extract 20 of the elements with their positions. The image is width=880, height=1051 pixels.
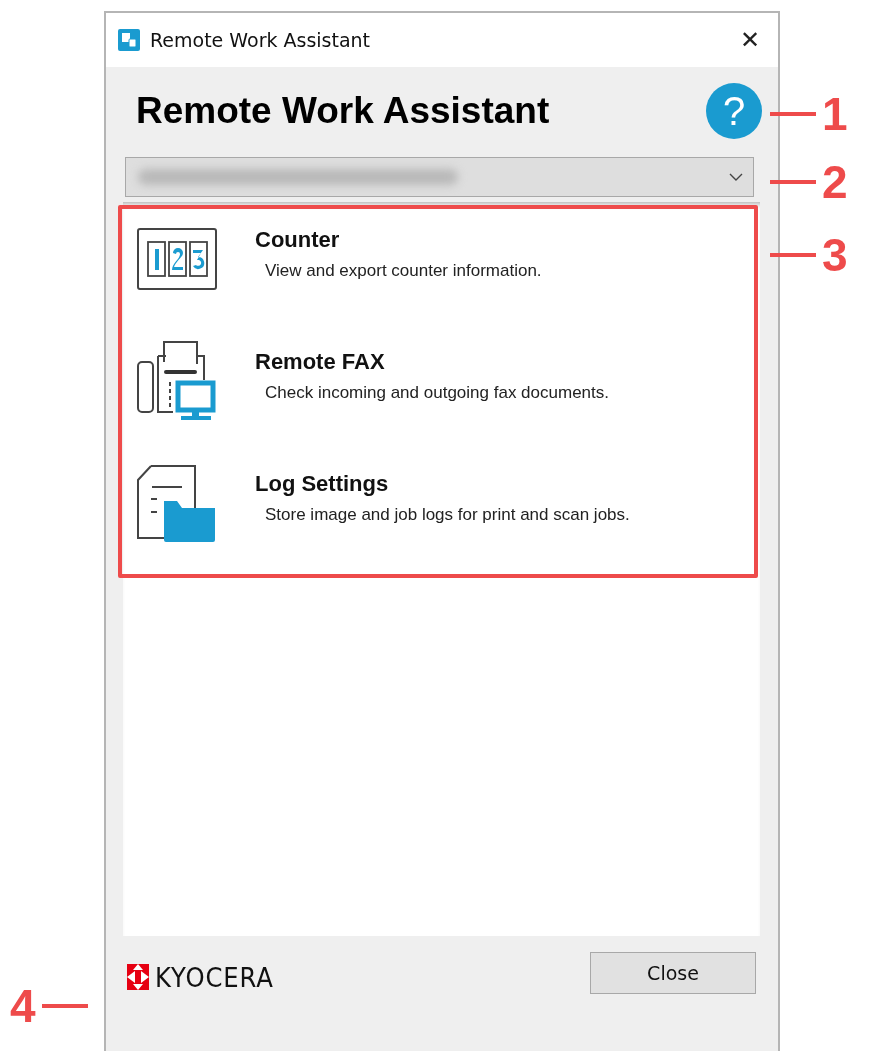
app-heading: Remote Work Assistant xyxy=(136,90,550,132)
close-button[interactable]: ✕ xyxy=(722,13,778,67)
caret-icon xyxy=(729,173,743,181)
callout-number: 3 xyxy=(822,232,848,278)
close-button[interactable]: Close xyxy=(590,952,756,994)
logo-icon xyxy=(127,964,149,990)
feature-title[interactable]: Log Settings xyxy=(255,471,389,497)
window-title: Remote Work Assistant xyxy=(150,29,372,51)
app-icon xyxy=(118,29,140,51)
callout-number: 4 xyxy=(10,983,36,1029)
feature-description: Store image and job logs for print and scan jobs. xyxy=(264,505,630,525)
feature-title[interactable]: Remote FAX xyxy=(255,349,385,375)
counter-icon[interactable] xyxy=(137,228,217,292)
document-folder-icon[interactable] xyxy=(137,464,217,544)
feature-description: Check incoming and outgoing fax documents. xyxy=(264,383,609,403)
callout-number: 2 xyxy=(822,159,848,205)
brand-name: KYOCERA xyxy=(155,961,274,993)
feature-title[interactable]: Counter xyxy=(255,227,340,253)
callout-number: 1 xyxy=(822,91,848,137)
feature-description: View and export counter information. xyxy=(264,261,542,281)
